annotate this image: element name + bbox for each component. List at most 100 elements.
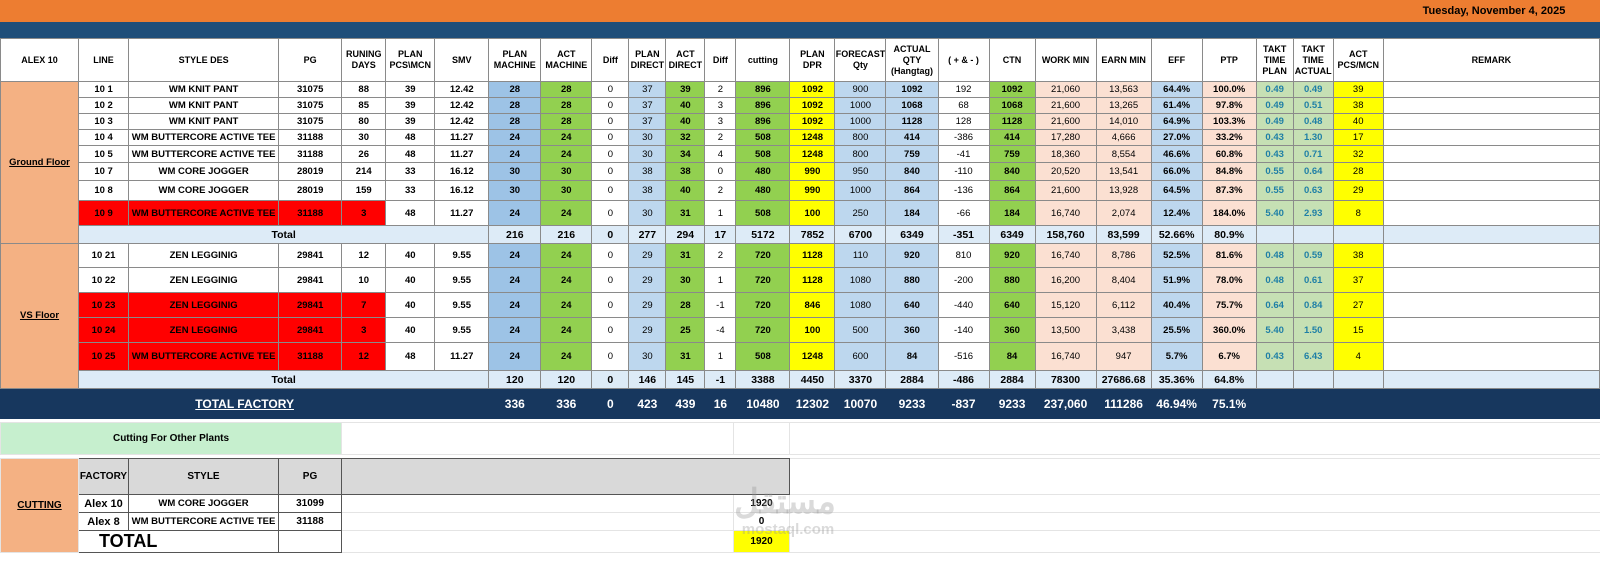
cell-act-machine: 24 [540,292,593,318]
cell-pm: 128 [937,113,990,130]
cell-line: 10 24 [78,317,130,343]
cell-line: 10 2 [78,97,130,114]
cell-takt-actual: 0.64 [1292,162,1334,181]
cell-remark[interactable] [1382,81,1600,98]
top-orange-bar [0,0,1600,22]
cell-smv: 9.55 [434,292,490,318]
cell-diff2: 3 [704,97,737,114]
cell-act-direct: 30 [665,267,706,293]
cell-plan-dpr: 846 [789,292,836,318]
cell-style: WM KNIT PANT [128,97,280,114]
cell-remark[interactable] [1382,97,1600,114]
cell-diff2: 2 [704,81,737,98]
cut-factory: Alex 8 [78,512,129,531]
cell-pm: -440 [937,292,990,318]
cell-remark[interactable] [1382,200,1600,226]
cell-pg: 31075 [278,97,343,114]
line-row: VS Floor 10 21 ZEN LEGGINIG 29841 12 40 9.55 24… [0,243,1600,389]
cell-earn-min: 2,074 [1095,200,1152,226]
cell-cutting: 720 [735,267,791,293]
cut-factory: Alex 10 [78,494,129,513]
cell-act-pcs: 29 [1332,180,1384,201]
col-factory: ALEX 10 [0,38,80,82]
cell-plan-pcs: 48 [385,200,436,226]
cell-ptp: 100.0% [1201,81,1257,98]
cell-remark[interactable] [1382,145,1600,163]
total-diff1: 0 [591,225,630,244]
line-row: 10 9 WM BUTTERCORE ACTIVE TEE 31188 3 48 11.2… [1,200,1600,226]
cell-takt-actual: 0.61 [1292,267,1334,293]
cell-work-min: 20,520 [1034,162,1097,181]
cell-smv: 16.12 [434,162,490,181]
cell-days: 10 [341,267,387,293]
cell-work-min: 18,360 [1034,145,1097,163]
cell-act-direct: 31 [665,243,706,268]
cell-diff2: 2 [704,243,737,268]
cell-style: WM CORE JOGGER [128,180,280,201]
cell-ctn: 84 [988,342,1036,371]
cell-days: 85 [341,97,387,114]
cell-earn-min: 8,554 [1095,145,1152,163]
cell-forecast: 1000 [834,180,887,201]
cell-work-min: 16,740 [1034,200,1097,226]
cell-takt-plan: 0.55 [1255,162,1294,181]
cell-act-machine: 24 [540,200,593,226]
cell-plan-pcs: 33 [385,180,436,201]
cell-remark[interactable] [1382,342,1600,371]
total-actual-qty: 6349 [885,225,939,244]
cell-remark[interactable] [1382,292,1600,318]
cell-remark[interactable] [1382,267,1600,293]
cell-takt-actual: 0.84 [1292,292,1334,318]
cell-work-min: 21,600 [1034,180,1097,201]
cell-act-pcs: 37 [1332,267,1384,293]
cut-qty: 1920 [733,494,791,513]
section-total-row: Total 120 120 0 146 145 -1 3388 4450 3370 2884 -486… [1,370,1600,389]
total-ctn: 6349 [988,225,1036,244]
total-diff2: -1 [704,370,737,389]
cell-plan-dpr: 990 [789,162,836,181]
cell-actual-qty: 1128 [885,113,939,130]
cell-days: 159 [341,180,387,201]
cell-diff2: -1 [704,292,737,318]
total-eff: 52.66% [1150,225,1203,244]
cut-col-pg: PG [277,458,343,495]
production-table: ALEX 10 LINE STYLE DES PG RUNING DAYS PL… [0,38,1600,419]
cell-earn-min: 947 [1095,342,1152,371]
total-cutting: 5172 [735,225,791,244]
cut-style: WM CORE JOGGER [128,494,279,513]
cell-pg: 29841 [278,243,343,268]
cell-act-machine: 24 [540,267,593,293]
cell-forecast: 900 [834,81,887,98]
cell-actual-qty: 920 [885,243,939,268]
total-work-min: 158,760 [1034,225,1097,244]
tf-plus-minus: -837 [937,388,990,419]
total-forecast: 3370 [834,370,887,389]
tf-plan-machine: 336 [488,388,542,419]
cell-remark[interactable] [1382,162,1600,181]
cell-remark[interactable] [1382,113,1600,130]
total-ptp: 64.8% [1201,370,1257,389]
tf-plan-direct: 423 [628,388,667,419]
col-diff-direct: Diff [704,38,737,82]
cell-diff1: 0 [591,97,630,114]
cell-remark[interactable] [1382,243,1600,268]
cell-plan-direct: 29 [628,292,667,318]
cut-qty: 0 [733,512,791,531]
cell-earn-min: 13,541 [1095,162,1152,181]
cell-diff2: 1 [704,200,737,226]
cell-work-min: 16,740 [1034,342,1097,371]
cell-remark[interactable] [1382,317,1600,343]
cell-style: WM BUTTERCORE ACTIVE TEE [128,145,280,163]
col-eff: EFF [1150,38,1203,82]
cell-plan-direct: 29 [628,267,667,293]
cell-actual-qty: 880 [885,267,939,293]
cell-diff1: 0 [591,200,630,226]
total-act-direct: 294 [665,225,706,244]
cell-days: 3 [341,200,387,226]
cell-remark[interactable] [1382,180,1600,201]
cell-cutting: 720 [735,292,791,318]
cell-takt-actual: 1.30 [1292,129,1334,146]
cell-pg: 31075 [278,113,343,130]
cell-takt-plan: 0.43 [1255,129,1294,146]
cell-remark[interactable] [1382,129,1600,146]
